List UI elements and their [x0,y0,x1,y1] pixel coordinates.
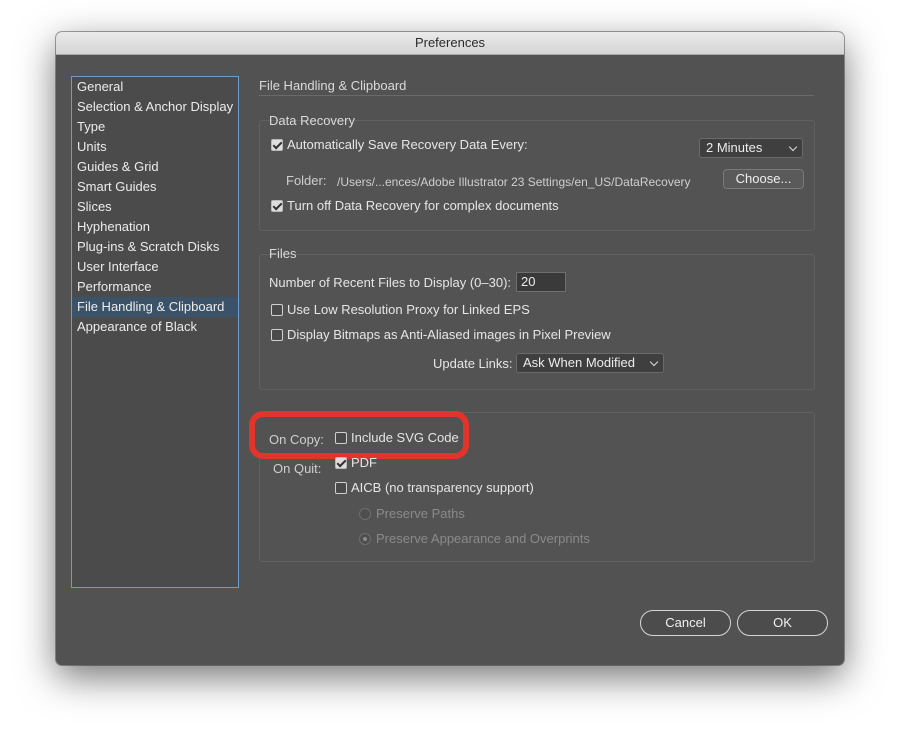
on-quit-label: On Quit: [273,461,322,476]
update-links-label: Update Links: [433,356,513,371]
preserve-paths-radio[interactable] [359,508,371,520]
aicb-checkbox[interactable] [335,482,347,494]
preserve-appearance-radio[interactable] [359,533,371,545]
sidebar-item-general[interactable]: General [72,77,238,97]
title-divider [259,95,814,96]
auto-save-label: Automatically Save Recovery Data Every: [287,137,528,152]
preferences-window: Preferences General Selection & Anchor D… [56,32,844,665]
sidebar-item-plugins[interactable]: Plug-ins & Scratch Disks [72,237,238,257]
low-res-proxy-checkbox[interactable] [271,304,283,316]
category-sidebar: General Selection & Anchor Display Type … [71,76,239,588]
pdf-label: PDF [351,455,377,470]
pdf-checkbox[interactable] [335,457,347,469]
recent-files-label: Number of Recent Files to Display (0–30)… [269,275,512,290]
folder-path: /Users/...ences/Adobe Illustrator 23 Set… [337,175,691,189]
aicb-label: AICB (no transparency support) [351,480,534,495]
choose-folder-button[interactable]: Choose... [723,169,804,189]
sidebar-item-performance[interactable]: Performance [72,277,238,297]
recovery-interval-select[interactable]: 2 Minutes [699,138,803,158]
sidebar-item-hyphenation[interactable]: Hyphenation [72,217,238,237]
sidebar-item-file-handling[interactable]: File Handling & Clipboard [72,297,238,317]
complex-docs-label: Turn off Data Recovery for complex docum… [287,198,559,213]
preserve-paths-label: Preserve Paths [376,506,465,521]
sidebar-item-smart-guides[interactable]: Smart Guides [72,177,238,197]
chevron-down-icon [651,359,657,365]
antialiased-bitmaps-checkbox[interactable] [271,329,283,341]
sidebar-item-selection-anchor[interactable]: Selection & Anchor Display [72,97,238,117]
chevron-down-icon [790,144,796,150]
cancel-button[interactable]: Cancel [640,610,731,636]
sidebar-item-appearance-black[interactable]: Appearance of Black [72,317,238,337]
include-svg-checkbox[interactable] [335,432,347,444]
auto-save-checkbox[interactable] [271,139,283,151]
sidebar-item-units[interactable]: Units [72,137,238,157]
data-recovery-title: Data Recovery [269,113,355,128]
complex-docs-checkbox[interactable] [271,200,283,212]
folder-label: Folder: [286,173,327,188]
ok-button[interactable]: OK [737,610,828,636]
sidebar-item-user-interface[interactable]: User Interface [72,257,238,277]
sidebar-item-type[interactable]: Type [72,117,238,137]
update-links-select[interactable]: Ask When Modified [516,353,664,373]
preserve-appearance-label: Preserve Appearance and Overprints [376,531,590,546]
include-svg-label: Include SVG Code [351,430,459,445]
page-title: File Handling & Clipboard [259,78,407,93]
update-links-value: Ask When Modified [523,355,635,370]
on-copy-label: On Copy: [269,432,324,447]
antialiased-bitmaps-label: Display Bitmaps as Anti-Aliased images i… [287,327,611,342]
sidebar-item-guides-grid[interactable]: Guides & Grid [72,157,238,177]
recovery-interval-value: 2 Minutes [706,140,763,155]
sidebar-item-slices[interactable]: Slices [72,197,238,217]
window-title: Preferences [56,32,844,55]
low-res-proxy-label: Use Low Resolution Proxy for Linked EPS [287,302,530,317]
recent-files-input[interactable]: 20 [516,272,566,292]
files-title: Files [269,246,297,261]
